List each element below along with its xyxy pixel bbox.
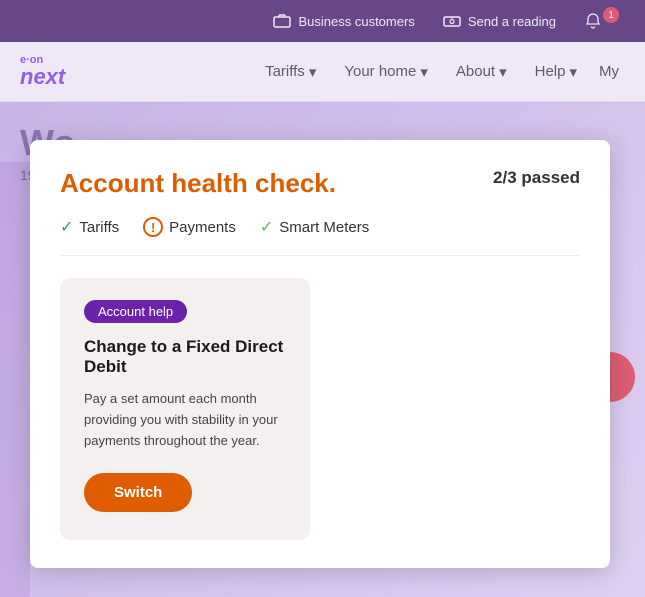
account-health-check-modal: Account health check. 2/3 passed ✓ Tarif… <box>30 140 610 568</box>
check-smart-meters-label: Smart Meters <box>279 219 369 236</box>
check-smart-meters: ✓ Smart Meters <box>260 217 369 237</box>
card-description: Pay a set amount each month providing yo… <box>84 389 286 451</box>
check-payments-label: Payments <box>169 219 236 236</box>
check-tariffs-label: Tariffs <box>79 219 119 236</box>
check-tariffs-icon: ✓ <box>60 217 73 237</box>
modal-header: Account health check. 2/3 passed <box>60 168 580 199</box>
card-title: Change to a Fixed Direct Debit <box>84 337 286 377</box>
modal-checks: ✓ Tariffs ! Payments ✓ Smart Meters <box>60 217 580 256</box>
check-smart-meters-icon: ✓ <box>260 217 273 237</box>
modal-passed: 2/3 passed <box>493 168 580 188</box>
check-payments-icon: ! <box>143 217 163 237</box>
modal-title: Account health check. <box>60 168 336 199</box>
check-payments: ! Payments <box>143 217 236 237</box>
modal-overlay: Account health check. 2/3 passed ✓ Tarif… <box>0 0 645 597</box>
check-tariffs: ✓ Tariffs <box>60 217 119 237</box>
switch-button[interactable]: Switch <box>84 473 192 512</box>
card-badge: Account help <box>84 300 187 323</box>
account-help-card: Account help Change to a Fixed Direct De… <box>60 278 310 540</box>
